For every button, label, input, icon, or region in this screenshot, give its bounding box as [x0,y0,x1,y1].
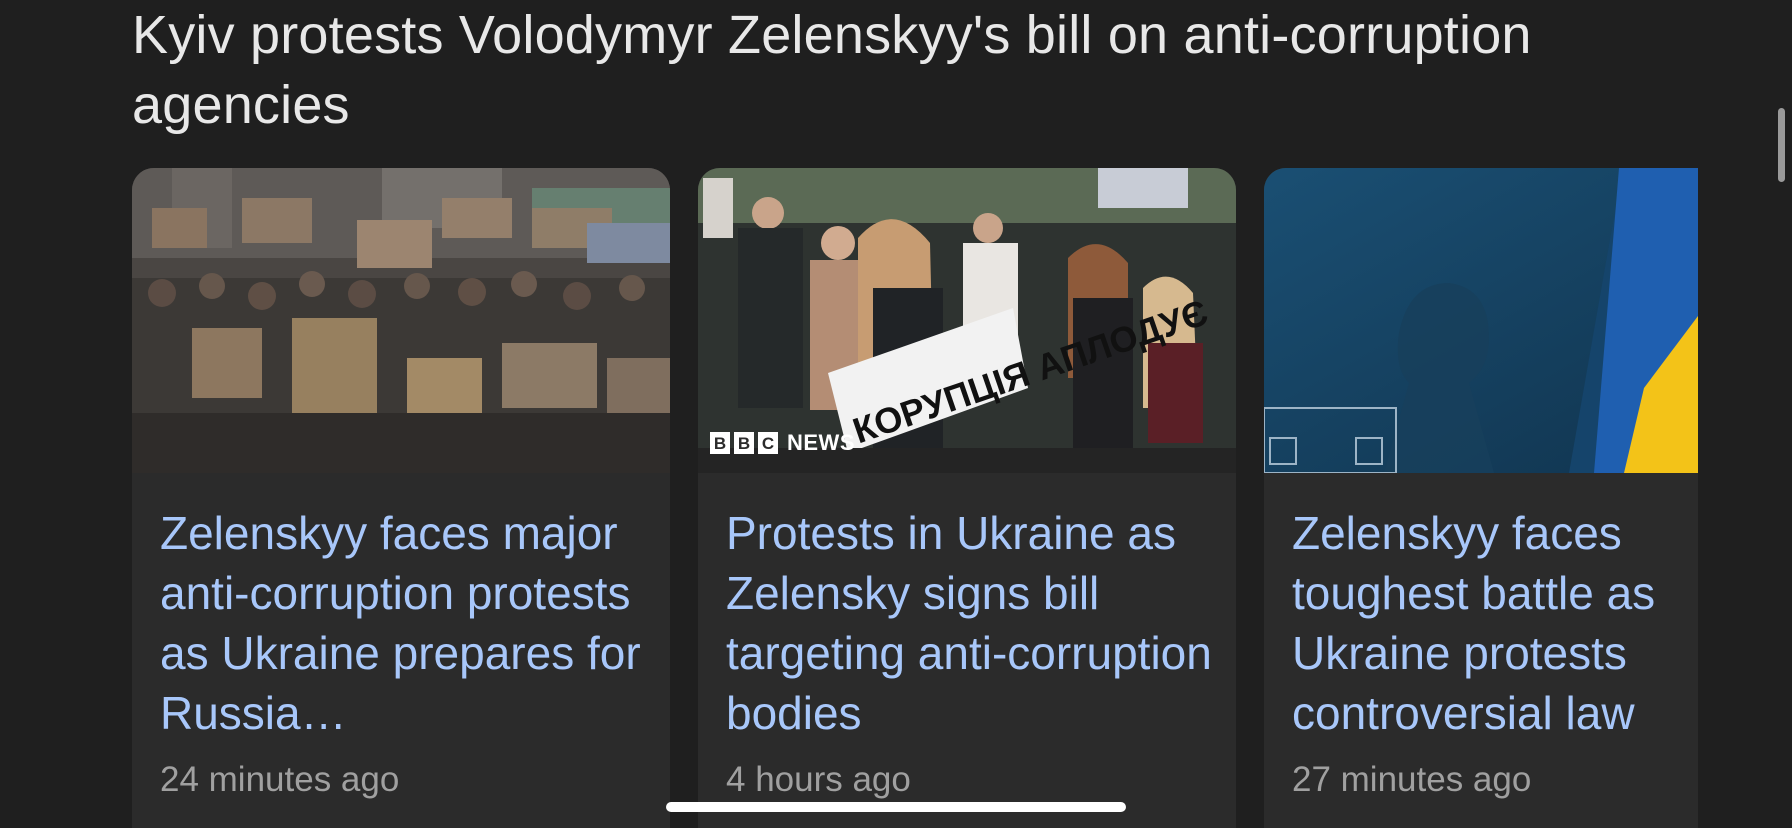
topic-title: Kyiv protests Volodymyr Zelenskyy's bill… [132,5,1532,135]
story-thumbnail[interactable]: КОРУПЦІЯ АПЛОДУЄ B B C NEWS [698,168,1236,473]
bbc-news-logo: B B C NEWS [710,430,855,456]
story-timestamp: 4 hours ago [726,760,911,799]
story-thumbnail[interactable] [1264,168,1698,473]
story-headline[interactable]: Protests in Ukraine as Zelensky signs bi… [726,503,1226,743]
home-indicator[interactable] [666,802,1126,812]
vertical-scrollbar[interactable] [1778,108,1785,182]
story-timestamp: 27 minutes ago [1292,760,1532,799]
bbc-news-word: NEWS [787,430,855,455]
bbc-letter: C [758,432,778,454]
story-headline[interactable]: Zelenskyy faces major anti-corruption pr… [160,503,660,743]
woman-shouting-protest-image: КОРУПЦІЯ АПЛОДУЄ [698,168,1236,473]
story-card[interactable]: Zelenskyy faces major anti-corruption pr… [132,168,670,828]
bbc-letter: B [734,432,754,454]
story-headline[interactable]: Zelenskyy faces toughest battle as Ukrai… [1292,503,1698,743]
story-timestamp: 24 minutes ago [160,760,400,799]
story-carousel[interactable]: Zelenskyy faces major anti-corruption pr… [132,168,1698,828]
news-screen: Kyiv protests Volodymyr Zelenskyy's bill… [0,0,1792,828]
bbc-letter: B [710,432,730,454]
story-thumbnail[interactable] [132,168,670,473]
story-card[interactable]: КОРУПЦІЯ АПЛОДУЄ B B C NEWS Protests in … [698,168,1236,828]
story-card[interactable]: Zelenskyy faces toughest battle as Ukrai… [1264,168,1698,828]
protest-crowd-image [132,168,670,473]
ukrainian-flag-silhouette-image [1264,168,1698,473]
